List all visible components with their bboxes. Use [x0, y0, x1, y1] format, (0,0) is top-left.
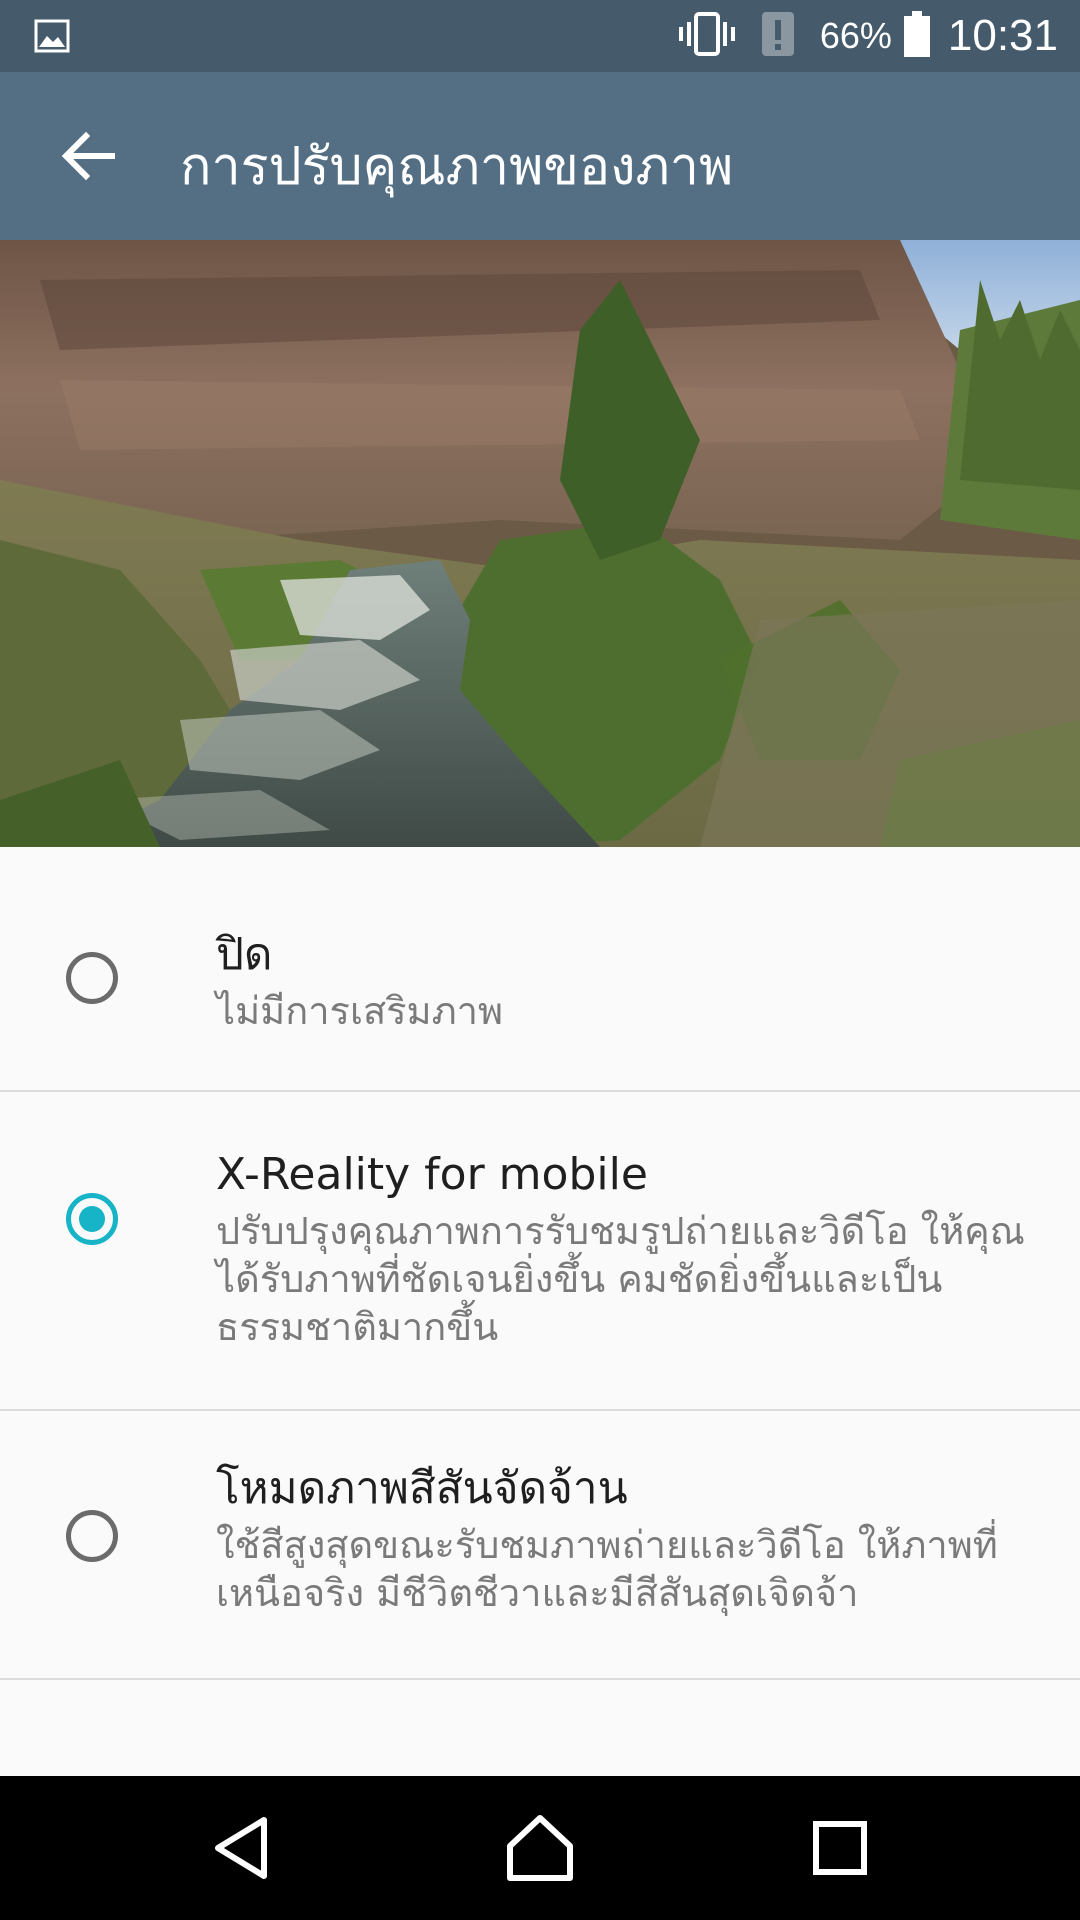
option-description: ใช้สีสูงสุดขณะรับชมภาพถ่ายและวิดีโอ ให้ภ… [216, 1523, 998, 1615]
battery-percent: 66% [819, 15, 892, 56]
home-icon [507, 1815, 573, 1881]
radio-button-off[interactable] [66, 952, 118, 1004]
preview-image [0, 240, 1080, 847]
option-description: ปรับปรุงคุณภาพการรับชมรูปถ่ายและวิดีโอ ใ… [216, 1209, 1025, 1349]
recents-icon [813, 1821, 867, 1875]
back-button[interactable] [48, 116, 128, 196]
nav-home-button[interactable] [492, 1800, 588, 1896]
option-vivid-mode[interactable]: โหมดภาพสีสันจัดจ้าน ใช้สีสูงสุดขณะรับชมภ… [0, 1411, 1080, 1680]
option-description: ไม่มีการเสริมภาพ [216, 989, 504, 1033]
battery-icon [903, 11, 930, 61]
option-title: โหมดภาพสีสันจัดจ้าน [216, 1463, 628, 1514]
arrow-left-icon [61, 131, 115, 181]
picture-quality-options: ปิด ไม่มีการเสริมภาพ X-Reality for mobil… [0, 847, 1080, 1680]
app-bar: การปรับคุณภาพของภาพ [0, 72, 1080, 240]
option-off[interactable]: ปิด ไม่มีการเสริมภาพ [0, 847, 1080, 1092]
clock: 10:31 [947, 11, 1058, 60]
image-notification-icon [34, 18, 70, 58]
navigation-bar [0, 1776, 1080, 1920]
vibrate-icon [678, 12, 736, 60]
radio-button-vivid[interactable] [66, 1510, 118, 1562]
page-title: การปรับคุณภาพของภาพ [180, 137, 734, 197]
back-icon [215, 1817, 267, 1879]
alert-icon [761, 12, 794, 60]
radio-button-x-reality[interactable] [66, 1193, 118, 1245]
nav-back-button[interactable] [194, 1800, 290, 1896]
option-x-reality[interactable]: X-Reality for mobile ปรับปรุงคุณภาพการรั… [0, 1092, 1080, 1411]
option-title: ปิด [216, 929, 273, 980]
status-bar: 66% 10:31 [0, 0, 1080, 72]
nav-recents-button[interactable] [792, 1800, 888, 1896]
option-title: X-Reality for mobile [216, 1149, 648, 1200]
